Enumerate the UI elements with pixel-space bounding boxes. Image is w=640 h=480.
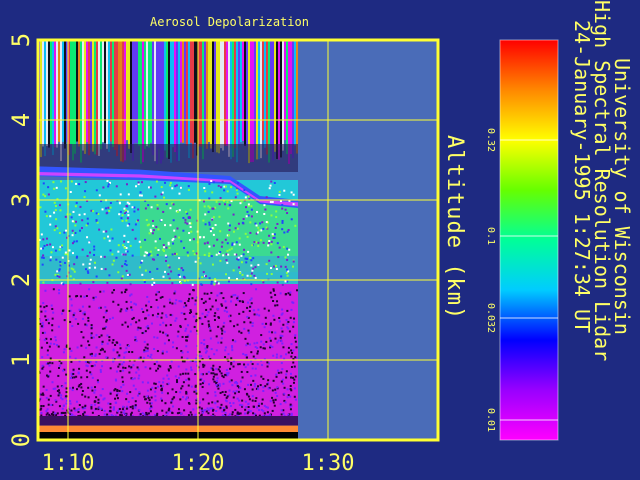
colorbar-tick-label: 0.1 [485,227,496,245]
y-tick-label: 1 [7,353,35,367]
surface-orange [38,425,298,432]
colorbar-tick-label: 0.01 [485,408,496,432]
surface-dark [38,416,298,426]
y-tick-label: 4 [7,113,35,127]
y-tick-label: 5 [7,33,35,47]
colorbar-tick-label: 0.032 [485,303,496,333]
x-tick-label: 1:10 [42,451,95,476]
y-tick-label: 2 [7,273,35,287]
y-tick-label: 3 [7,193,35,207]
boundary-layer [38,284,298,416]
x-tick-label: 1:20 [172,451,225,476]
x-tick-label: 1:30 [302,451,355,476]
y-tick-label: 0 [7,433,35,447]
colorbar-tick-label: 0.32 [485,128,496,152]
y-axis-label: Altitude (km) [442,135,467,321]
depolarization-chart: 0 1 2 3 4 5 1:10 1:20 1:30 0.32 0.1 0.032 0.01 [7,33,559,476]
date-time-line: 24-January-1995 1:27:34 UT [570,20,594,334]
colorbar [500,40,558,440]
